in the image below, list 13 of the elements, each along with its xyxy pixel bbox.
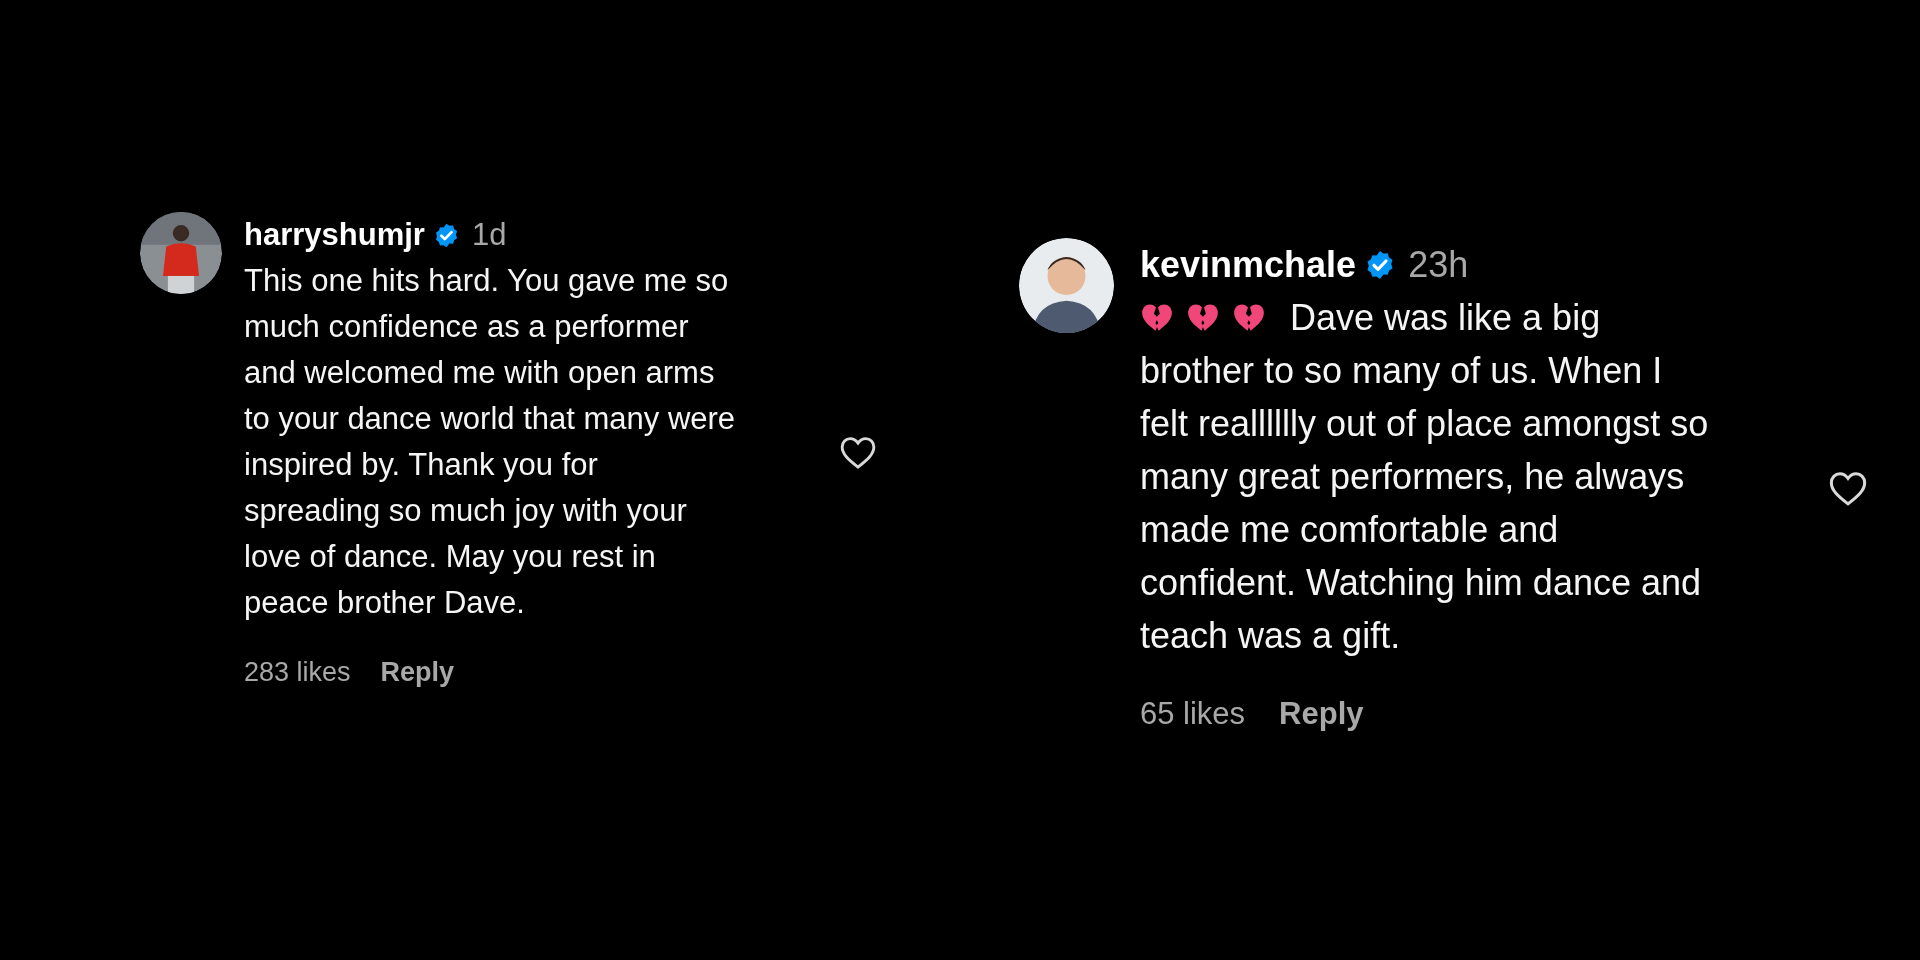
heart-icon[interactable] <box>839 435 877 470</box>
timestamp: 1d <box>471 216 507 254</box>
timestamp: 23h <box>1408 243 1469 287</box>
comment-text: Dave was like a big <box>1290 296 1601 340</box>
username[interactable]: harryshumjr <box>244 212 425 258</box>
comment-text: This one hits hard. You gave me so much confidence as a performer and welcomed me with open arms to your dance world that many were inspired by. Thank you for spreading so much joy with your love of dance. May you rest in peace brother Dave. <box>244 262 737 622</box>
likes-count[interactable]: 283 likes <box>244 652 351 693</box>
likes-count[interactable]: 65 likes <box>1140 691 1246 738</box>
comment-text: brother to so many of us. When I felt realllllly out of place amongst so many great performers, he always made me comfortable and confident. Watching him dance and teach was a gift. <box>1140 349 1710 658</box>
username[interactable]: kevinmchale <box>1140 238 1357 291</box>
heart-icon[interactable] <box>1828 469 1868 506</box>
reply-button[interactable]: Reply <box>1279 691 1364 738</box>
reply-button[interactable]: Reply <box>380 652 455 693</box>
